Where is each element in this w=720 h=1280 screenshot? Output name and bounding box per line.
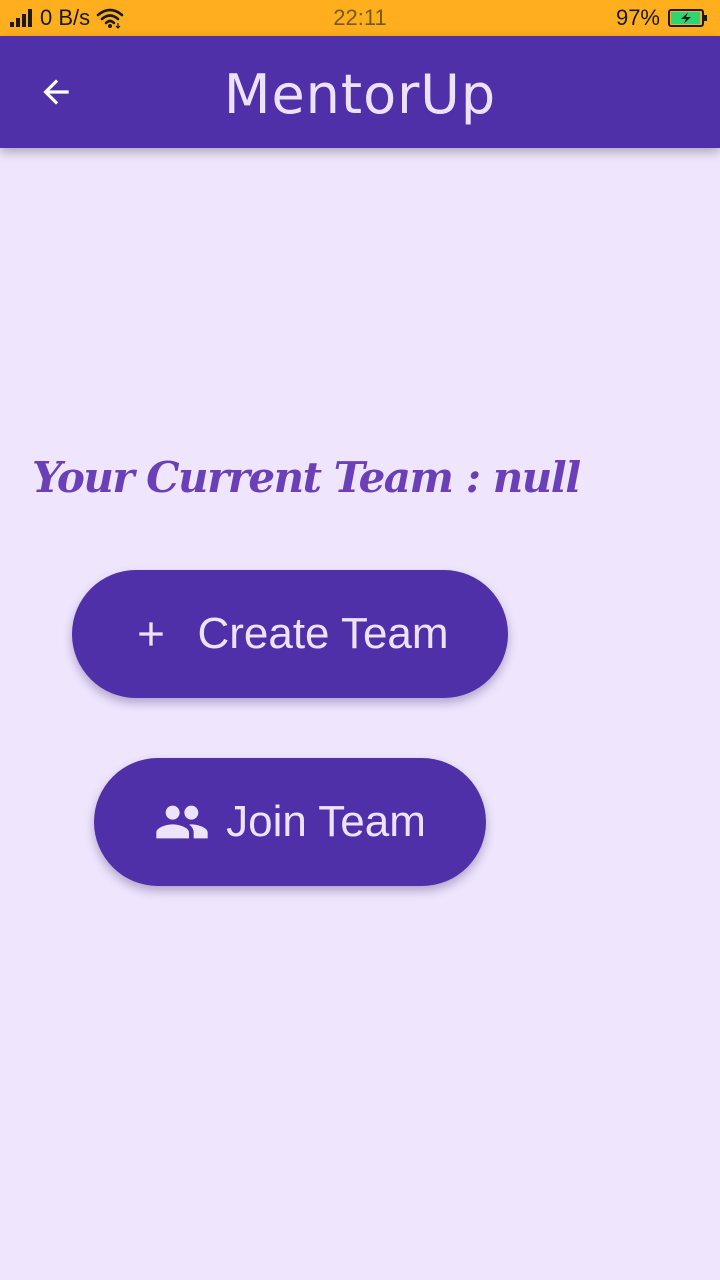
create-team-label: Create Team [197, 609, 449, 658]
join-team-label: Join Team [226, 797, 426, 846]
battery-charging-icon [668, 9, 707, 27]
group-icon [156, 805, 208, 839]
join-team-button[interactable]: Join Team [94, 758, 486, 886]
clock: 22:11 [333, 5, 387, 30]
battery-percent: 97% [615, 5, 660, 30]
current-team-label: Your Current Team : null [32, 453, 581, 502]
create-team-button[interactable]: Create Team [72, 570, 508, 698]
app-bar: MentorUp [0, 36, 720, 148]
status-bar-right: 97% [616, 0, 708, 36]
status-bar: 0 B/s 22:11 97% [0, 0, 720, 36]
plus-icon [139, 622, 164, 646]
app-title: MentorUp [223, 63, 497, 126]
